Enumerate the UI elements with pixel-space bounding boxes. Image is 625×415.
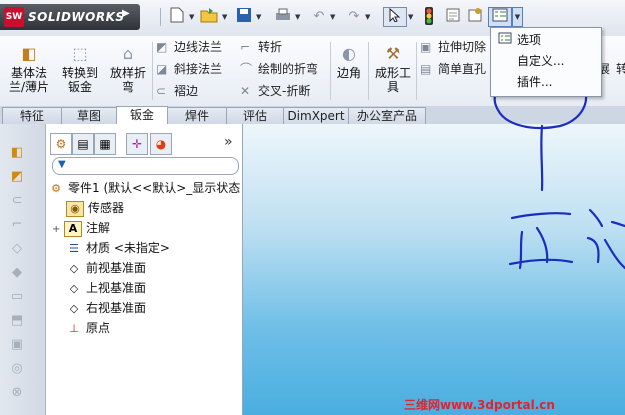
- menu-item-options[interactable]: 选项: [493, 31, 597, 49]
- menu-item-label: 选项: [517, 33, 542, 47]
- options-icon: [493, 31, 517, 49]
- site-watermark: 三维网www.3dportal.cn: [404, 398, 555, 412]
- menu-item-customize[interactable]: 自定义...: [493, 52, 597, 70]
- options-dropdown-menu: 选项 自定义... 插件...: [490, 27, 602, 97]
- menu-item-label: 插件...: [517, 75, 553, 89]
- menu-item-addins[interactable]: 插件...: [493, 73, 597, 91]
- menu-item-label: 自定义...: [517, 54, 565, 68]
